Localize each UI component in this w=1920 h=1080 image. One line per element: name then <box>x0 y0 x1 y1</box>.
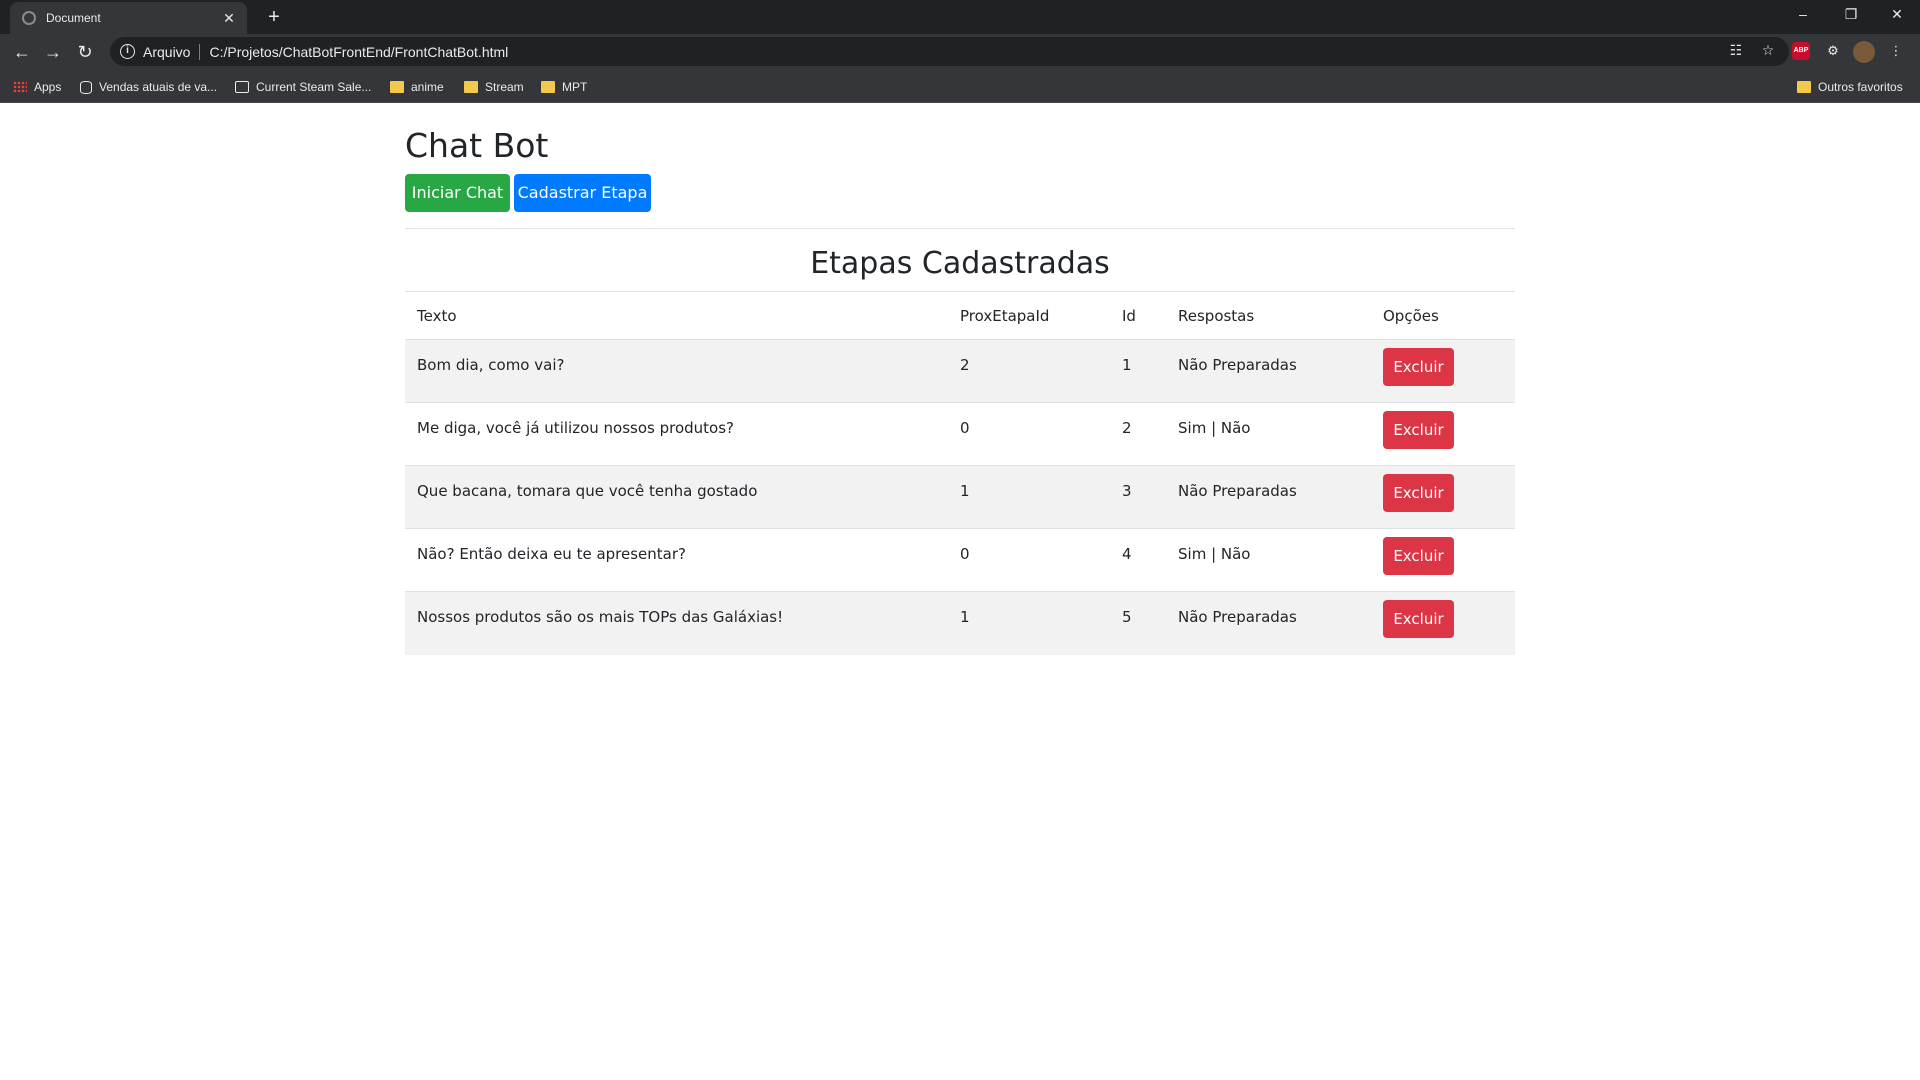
divider <box>405 228 1515 229</box>
column-header-texto: Texto <box>405 291 948 340</box>
cell-prox: 1 <box>948 465 1110 529</box>
bookmark-label: Current Steam Sale... <box>256 80 372 94</box>
delete-button[interactable]: Excluir <box>1383 348 1454 386</box>
delete-button[interactable]: Excluir <box>1383 537 1454 575</box>
cell-options: Excluir <box>1371 339 1515 403</box>
minimize-button[interactable]: – <box>1780 0 1826 30</box>
table-row: Me diga, você já utilizou nossos produto… <box>405 402 1515 466</box>
cell-respostas: Não Preparadas <box>1166 591 1371 655</box>
apps-grid-icon <box>13 81 27 93</box>
bookmarks-bar: Apps Vendas atuais de va... Current Stea… <box>0 70 1920 103</box>
folder-icon <box>464 81 478 93</box>
cell-respostas: Sim | Não <box>1166 528 1371 592</box>
folder-icon <box>1797 81 1811 93</box>
column-header-proxetapaid: ProxEtapaId <box>948 291 1110 340</box>
adblock-extension-icon[interactable]: ABP <box>1792 42 1810 60</box>
bookmark-label: Stream <box>485 80 524 94</box>
start-chat-button[interactable]: Iniciar Chat <box>405 174 510 212</box>
bookmark-mpt[interactable]: MPT <box>541 78 587 96</box>
table-row: Bom dia, como vai? 2 1 Não Preparadas Ex… <box>405 339 1515 403</box>
folder-icon <box>541 81 555 93</box>
cell-id: 1 <box>1110 339 1166 403</box>
cell-options: Excluir <box>1371 591 1515 655</box>
address-separator <box>199 43 201 60</box>
tab-title: Document <box>46 11 101 25</box>
cell-prox: 0 <box>948 528 1110 592</box>
site-scheme-label: Arquivo <box>143 43 191 60</box>
forward-button[interactable]: → <box>41 40 65 64</box>
delete-button[interactable]: Excluir <box>1383 411 1454 449</box>
cell-texto: Bom dia, como vai? <box>405 339 948 403</box>
page-icon <box>235 81 249 93</box>
cell-respostas: Não Preparadas <box>1166 465 1371 529</box>
cell-prox: 0 <box>948 402 1110 466</box>
table-row: Nossos produtos são os mais TOPs das Gal… <box>405 591 1515 655</box>
globe-icon <box>22 11 36 25</box>
database-icon <box>80 80 92 94</box>
bookmark-label: anime <box>411 80 444 94</box>
cell-prox: 1 <box>948 591 1110 655</box>
delete-button[interactable]: Excluir <box>1383 474 1454 512</box>
info-icon[interactable]: i <box>120 44 135 59</box>
register-step-button[interactable]: Cadastrar Etapa <box>514 174 651 212</box>
reload-button[interactable]: ↻ <box>73 40 97 64</box>
cell-options: Excluir <box>1371 402 1515 466</box>
steps-table: Texto ProxEtapaId Id Respostas Opções Bo… <box>405 291 1515 655</box>
extensions-puzzle-icon[interactable]: ⚙ <box>1822 40 1844 62</box>
column-header-id: Id <box>1110 291 1166 340</box>
profile-avatar[interactable] <box>1853 41 1875 63</box>
bookmark-steam[interactable]: Current Steam Sale... <box>235 78 371 96</box>
table-row: Não? Então deixa eu te apresentar? 0 4 S… <box>405 528 1515 592</box>
cell-respostas: Sim | Não <box>1166 402 1371 466</box>
cell-texto: Nossos produtos são os mais TOPs das Gal… <box>405 591 948 655</box>
cell-options: Excluir <box>1371 528 1515 592</box>
new-tab-button[interactable]: + <box>262 6 286 30</box>
bookmark-other-favorites[interactable]: Outros favoritos <box>1797 78 1903 96</box>
bookmark-label: Outros favoritos <box>1818 80 1903 94</box>
translate-icon[interactable]: ☷ <box>1727 42 1745 59</box>
cell-texto: Não? Então deixa eu te apresentar? <box>405 528 948 592</box>
bookmark-label: MPT <box>562 80 588 94</box>
restore-button[interactable]: ❐ <box>1828 0 1874 30</box>
bookmark-stream[interactable]: Stream <box>464 78 524 96</box>
bookmark-vendas[interactable]: Vendas atuais de va... <box>80 78 217 96</box>
column-header-respostas: Respostas <box>1166 291 1371 340</box>
browser-tabstrip: Document ✕ + – ❐ ✕ <box>0 0 1920 34</box>
column-header-opcoes: Opções <box>1371 291 1515 340</box>
browser-tab[interactable]: Document ✕ <box>10 2 247 34</box>
bookmark-anime[interactable]: anime <box>390 78 444 96</box>
cell-id: 5 <box>1110 591 1166 655</box>
close-tab-icon[interactable]: ✕ <box>221 10 237 27</box>
browser-toolbar: ← → ↻ i Arquivo C:/Projetos/ChatBotFront… <box>0 34 1920 70</box>
bookmark-star-icon[interactable]: ☆ <box>1759 42 1777 59</box>
table-row: Que bacana, tomara que você tenha gostad… <box>405 465 1515 529</box>
cell-respostas: Não Preparadas <box>1166 339 1371 403</box>
section-title: Etapas Cadastradas <box>810 246 1110 281</box>
cell-texto: Que bacana, tomara que você tenha gostad… <box>405 465 948 529</box>
cell-id: 2 <box>1110 402 1166 466</box>
address-bar[interactable]: i Arquivo C:/Projetos/ChatBotFrontEnd/Fr… <box>110 37 1789 66</box>
bookmark-apps[interactable]: Apps <box>13 78 61 96</box>
cell-id: 3 <box>1110 465 1166 529</box>
url-text[interactable]: C:/Projetos/ChatBotFrontEnd/FrontChatBot… <box>209 44 508 60</box>
back-button[interactable]: ← <box>10 40 34 64</box>
cell-options: Excluir <box>1371 465 1515 529</box>
folder-icon <box>390 81 404 93</box>
bookmark-label: Vendas atuais de va... <box>99 80 218 94</box>
cell-prox: 2 <box>948 339 1110 403</box>
cell-id: 4 <box>1110 528 1166 592</box>
close-window-button[interactable]: ✕ <box>1874 0 1920 30</box>
table-header-row: Texto ProxEtapaId Id Respostas Opções <box>405 291 1515 340</box>
bookmark-label: Apps <box>34 80 62 94</box>
page-title: Chat Bot <box>405 126 549 165</box>
page-content: Chat Bot Iniciar Chat Cadastrar Etapa Et… <box>0 103 1920 1080</box>
menu-kebab-icon[interactable]: ⋮ <box>1885 40 1907 62</box>
delete-button[interactable]: Excluir <box>1383 600 1454 638</box>
cell-texto: Me diga, você já utilizou nossos produto… <box>405 402 948 466</box>
